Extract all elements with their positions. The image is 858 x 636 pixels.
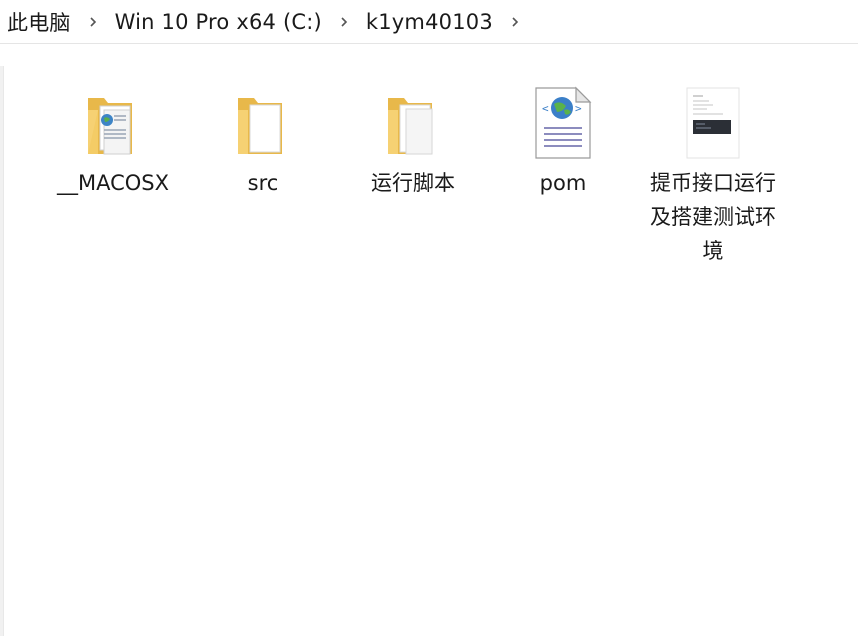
- folder-icon: [227, 78, 299, 160]
- file-list: __MACOSX src 运行脚本 < > pom 提币接口运行及搭建测试环境: [38, 78, 838, 618]
- file-item-run-scripts[interactable]: 运行脚本: [338, 78, 488, 200]
- folder-icon: [377, 78, 449, 160]
- breadcrumb-item-this-pc[interactable]: 此电脑: [7, 7, 71, 37]
- xml-file-icon: < >: [527, 78, 599, 160]
- file-item-macosx[interactable]: __MACOSX: [38, 78, 188, 200]
- chevron-right-icon[interactable]: [322, 0, 366, 44]
- file-item-pom[interactable]: < > pom: [488, 78, 638, 200]
- file-item-withdraw-doc[interactable]: 提币接口运行及搭建测试环境: [638, 78, 788, 268]
- svg-text:>: >: [575, 102, 582, 115]
- chevron-right-icon[interactable]: [71, 0, 115, 44]
- chevron-right-icon[interactable]: [493, 0, 537, 44]
- file-item-label: src: [247, 171, 279, 195]
- file-item-src[interactable]: src: [188, 78, 338, 200]
- file-explorer-window: 此电脑 Win 10 Pro x64 (C:) k1ym40103 __MACO…: [0, 0, 858, 636]
- svg-text:<: <: [542, 102, 549, 115]
- breadcrumb-item-drive[interactable]: Win 10 Pro x64 (C:): [115, 10, 322, 34]
- file-item-label: 提币接口运行及搭建测试环境: [650, 171, 776, 263]
- breadcrumb: 此电脑 Win 10 Pro x64 (C:) k1ym40103: [0, 0, 858, 44]
- breadcrumb-item-folder[interactable]: k1ym40103: [366, 10, 493, 34]
- file-item-label: 运行脚本: [371, 171, 455, 195]
- file-item-label: __MACOSX: [56, 171, 170, 195]
- folder-with-documents-icon: [77, 78, 149, 160]
- file-item-label: pom: [539, 171, 587, 195]
- image-thumbnail-icon: [677, 78, 749, 160]
- navigation-pane-edge[interactable]: [0, 66, 4, 636]
